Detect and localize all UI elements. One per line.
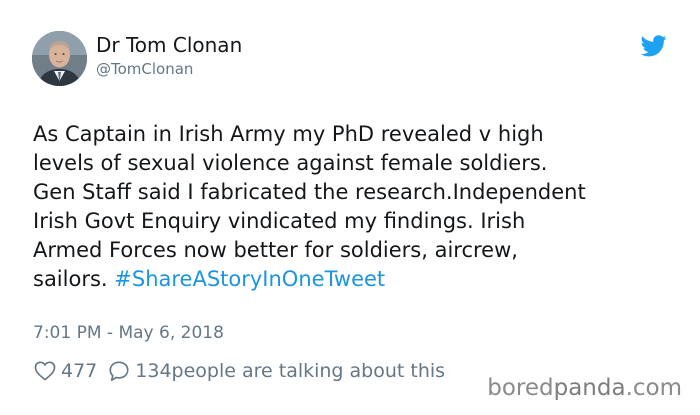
reply-count: 134: [135, 360, 172, 382]
speech-bubble-icon: [109, 361, 129, 381]
watermark-part3: .com: [625, 375, 682, 401]
tweet-body: As Captain in Irish Army my PhD revealed…: [33, 120, 683, 294]
tweet-actions: 477 134 people are talking about this: [34, 360, 445, 382]
tweet-time: 7:01 PM: [33, 323, 102, 343]
author-name[interactable]: Dr Tom Clonan: [96, 33, 242, 57]
twitter-bird-icon[interactable]: [640, 35, 667, 57]
tweet-timestamp[interactable]: 7:01 PM - May 6, 2018: [33, 323, 224, 343]
tweet-date: May 6, 2018: [118, 323, 224, 343]
watermark-part2: panda: [553, 375, 626, 401]
like-button[interactable]: 477: [34, 360, 108, 382]
tweet-card: Dr Tom Clonan @TomClonan As Captain in I…: [0, 0, 700, 415]
timestamp-separator: -: [101, 323, 119, 343]
heart-icon: [34, 361, 56, 381]
reply-button[interactable]: 134 people are talking about this: [108, 360, 445, 382]
author-avatar[interactable]: [32, 31, 87, 86]
like-count: 477: [61, 360, 98, 382]
watermark-part1: bored: [487, 375, 554, 401]
tweet-text: As Captain in Irish Army my PhD revealed…: [33, 122, 586, 291]
author-handle[interactable]: @TomClonan: [96, 60, 193, 78]
profile-photo-icon: [32, 31, 87, 86]
boredpanda-watermark: boredpanda.com: [479, 373, 688, 407]
hashtag-link[interactable]: #ShareAStoryInOneTweet: [114, 267, 385, 291]
replies-label: people are talking about this: [171, 360, 446, 382]
